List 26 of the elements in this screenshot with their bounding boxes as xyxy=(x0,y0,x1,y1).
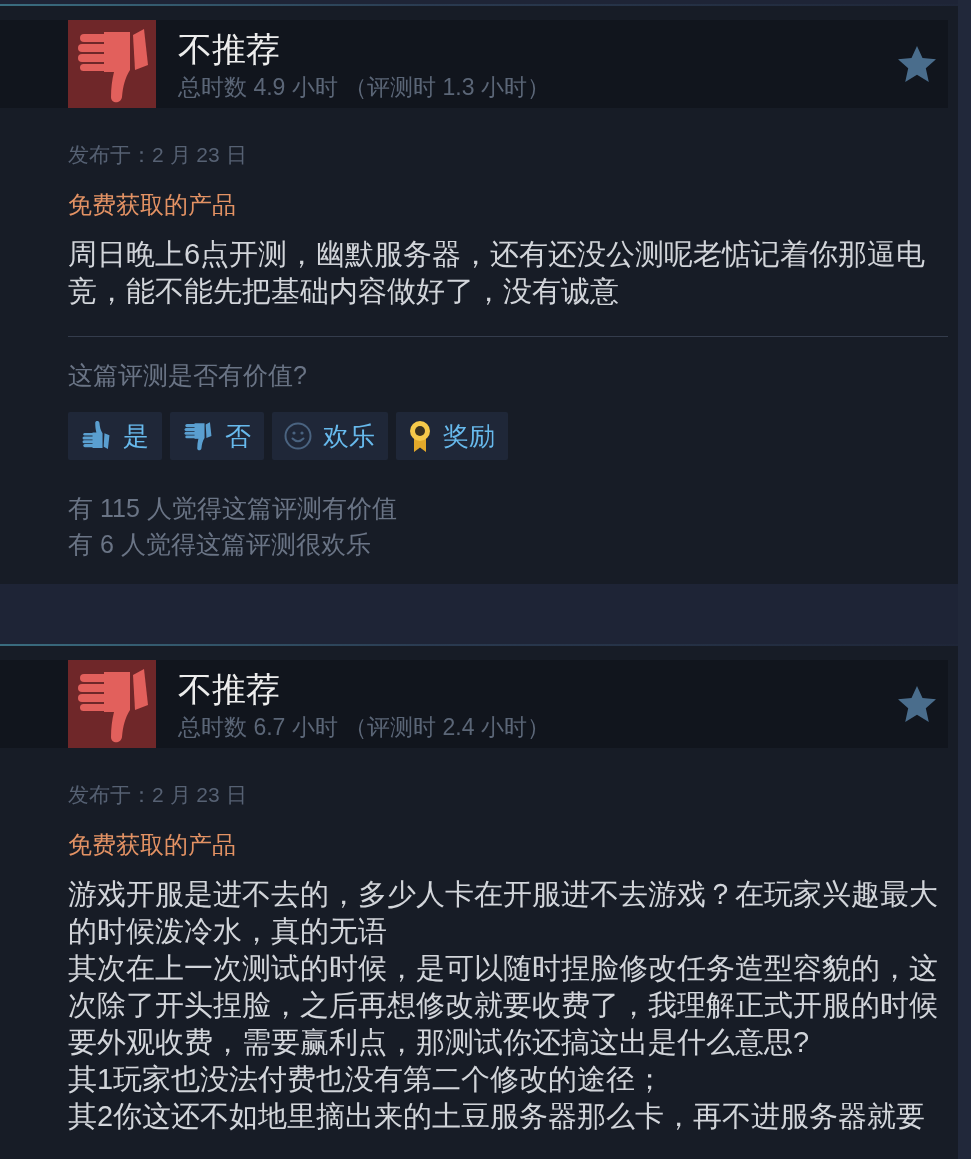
vote-tally: 有 115 人觉得这篇评测有价值 xyxy=(68,493,397,524)
helpful-prompt: 这篇评测是否有价值? xyxy=(68,360,307,391)
review-verdict: 不推荐 xyxy=(178,669,281,709)
medal-icon xyxy=(408,420,432,452)
review-text: 其1玩家也没法付费也没有第二个修改的途径； xyxy=(68,1062,666,1097)
product-source-label: 免费获取的产品 xyxy=(68,190,236,220)
funny-button[interactable]: 欢乐 xyxy=(272,412,388,460)
playtime-text: 总时数 6.7 小时 （评测时 2.4 小时） xyxy=(178,713,550,742)
yes-button[interactable]: 是 xyxy=(68,412,162,460)
review-text: 其次在上一次测试的时候，是可以随时捏脸修改任务造型容貌的，这次除了开头捏脸，之后再想修改就要收费了，我理解正式开服的时候要外观收费，需要赢利点，那测试你还搞这出是什么意思? xyxy=(68,951,939,1060)
vote-tally: 有 6 人觉得这篇评测很欢乐 xyxy=(68,529,372,560)
thumbs-down-icon xyxy=(182,421,214,451)
product-source-label: 免费获取的产品 xyxy=(68,830,236,860)
post-date: 发布于：2 月 23 日 xyxy=(68,782,247,808)
review-verdict: 不推荐 xyxy=(178,29,281,69)
post-date: 发布于：2 月 23 日 xyxy=(68,142,247,168)
review-text: 游戏开服是进不去的，多少人卡在开服进不去游戏？在玩家兴趣最大的时候泼冷水，真的无语 xyxy=(68,877,939,949)
playtime-text: 总时数 4.9 小时 （评测时 1.3 小时） xyxy=(178,73,550,102)
star-icon xyxy=(898,686,936,722)
award-button[interactable]: 奖励 xyxy=(396,412,508,460)
review-text: 其2你这还不如地里摘出来的土豆服务器那么卡，再不进服务器就要 xyxy=(68,1099,927,1134)
star-icon xyxy=(898,46,936,82)
no-button[interactable]: 否 xyxy=(170,412,264,460)
review-text: 周日晚上6点开测，幽默服务器，还有还没公测呢老惦记着你那逼电竞，能不能先把基础内容做好了，没有诚意 xyxy=(68,237,927,309)
thumbs-up-icon xyxy=(80,421,112,451)
smiley-icon xyxy=(284,422,312,450)
